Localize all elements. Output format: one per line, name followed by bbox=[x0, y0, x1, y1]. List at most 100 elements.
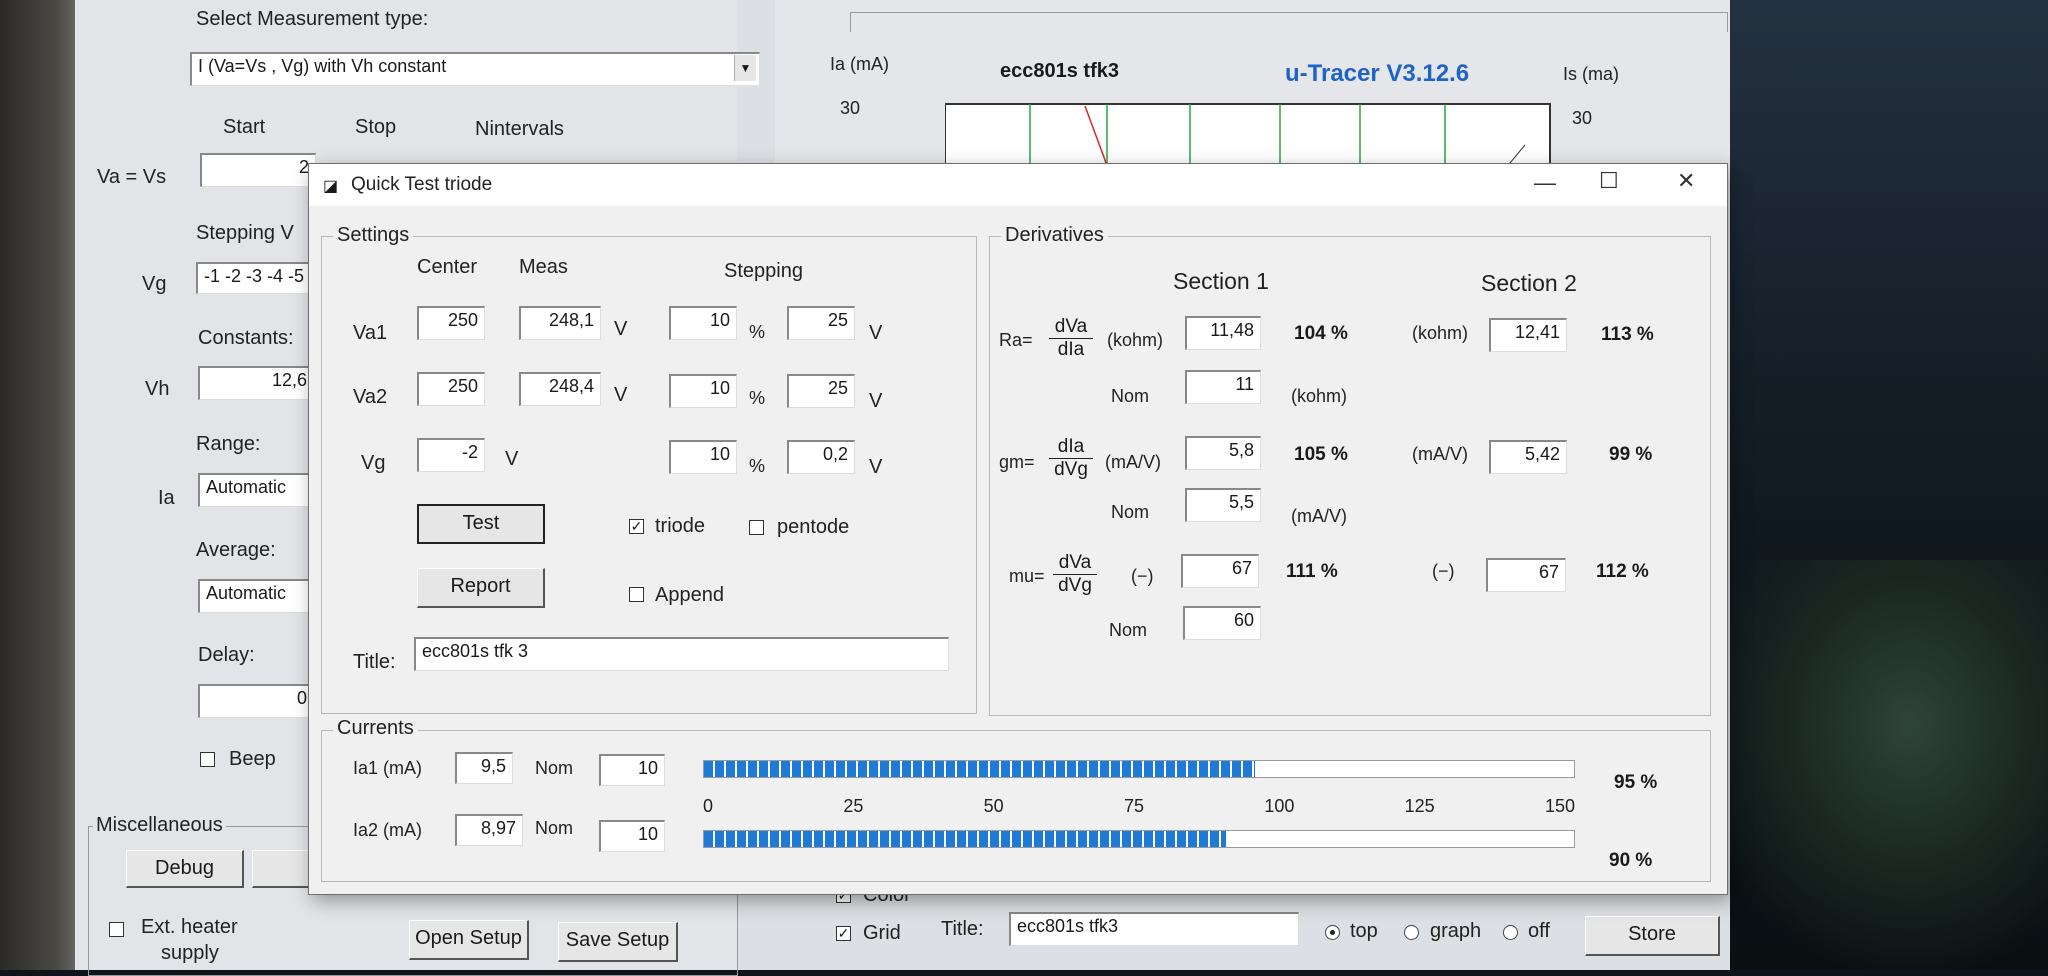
range-select[interactable]: Automatic bbox=[198, 473, 314, 507]
vg-settings-label: Vg bbox=[361, 452, 386, 474]
va2-meas-unit: V bbox=[614, 384, 628, 406]
triode-label: triode bbox=[655, 515, 706, 537]
graph-radio[interactable] bbox=[1404, 925, 1419, 940]
ia1-value: 9,5 bbox=[480, 756, 506, 776]
vg-center-field[interactable]: -2 bbox=[417, 438, 485, 472]
ia2-nom-field[interactable]: 10 bbox=[599, 820, 665, 852]
start-header: Start bbox=[223, 116, 266, 138]
ra-s1-value: 11,48 bbox=[1210, 320, 1254, 340]
measurement-type-select[interactable]: I (Va=Vs , Vg) with Vh constant bbox=[190, 52, 760, 86]
gm-s2-value: 5,42 bbox=[1524, 444, 1560, 464]
top-radio[interactable] bbox=[1325, 925, 1340, 940]
close-icon[interactable]: ✕ bbox=[1677, 168, 1695, 194]
off-radio[interactable] bbox=[1503, 925, 1518, 940]
va2-label: Va2 bbox=[353, 386, 388, 408]
gm-s1-field: 5,8 bbox=[1185, 436, 1261, 470]
dialog-titlebar[interactable]: ◪ Quick Test triode — ☐ ✕ bbox=[309, 164, 1727, 206]
ia1-nom-field[interactable]: 10 bbox=[599, 754, 665, 786]
gm-fraction: dIa dVg bbox=[1049, 436, 1093, 481]
scale-tick-150: 150 bbox=[1545, 796, 1576, 816]
ra-nom-unit: (kohm) bbox=[1291, 386, 1348, 406]
gm-nom-field[interactable]: 5,5 bbox=[1185, 488, 1261, 522]
test-button[interactable]: Test bbox=[417, 504, 545, 544]
stepping-label: Stepping V bbox=[196, 222, 294, 244]
va2-step-v-field[interactable]: 25 bbox=[787, 374, 855, 408]
va1-center-field[interactable]: 250 bbox=[417, 306, 485, 340]
va2-step-pct-field[interactable]: 10 bbox=[669, 374, 737, 408]
open-setup-button[interactable]: Open Setup bbox=[409, 920, 529, 960]
top-label: top bbox=[1350, 920, 1378, 942]
triode-checkbox[interactable]: ✓ bbox=[629, 519, 644, 534]
va2-center-field[interactable]: 250 bbox=[417, 372, 485, 406]
vg-pct-unit: % bbox=[749, 456, 766, 476]
is-axis-label: Is (ma) bbox=[1563, 64, 1619, 84]
y-left-max: 30 bbox=[840, 98, 861, 118]
gm-nom-label: Nom bbox=[1111, 502, 1150, 522]
ext-heater-checkbox[interactable] bbox=[109, 922, 124, 937]
gm-unit-s2: (mA/V) bbox=[1412, 444, 1468, 464]
ra-s2-percent: 113 % bbox=[1601, 324, 1654, 345]
grid-checkbox[interactable]: ✓ bbox=[836, 926, 851, 941]
ra-nom-field[interactable]: 11 bbox=[1185, 370, 1261, 404]
ext-heater-label-2: supply bbox=[161, 942, 219, 964]
pentode-checkbox[interactable] bbox=[749, 520, 764, 535]
graph-title-field[interactable]: ecc801s tfk3 bbox=[1009, 912, 1299, 946]
settings-title-field[interactable]: ecc801s tfk 3 bbox=[414, 637, 949, 671]
ia-axis-label: Ia (mA) bbox=[830, 54, 890, 74]
vg-step-v-field[interactable]: 0,2 bbox=[787, 440, 855, 474]
average-select[interactable]: Automatic bbox=[198, 579, 314, 613]
quick-test-dialog: ◪ Quick Test triode — ☐ ✕ Settings Cente… bbox=[308, 163, 1728, 895]
delay-value: 0 bbox=[296, 688, 307, 708]
va1-step-pct-field[interactable]: 10 bbox=[669, 306, 737, 340]
ra-nom-value: 11 bbox=[1235, 374, 1254, 394]
maximize-icon[interactable]: ☐ bbox=[1599, 168, 1619, 194]
settings-title: Settings bbox=[333, 224, 414, 247]
vg-steps-field[interactable]: -1 -2 -3 -4 -5 bbox=[196, 262, 312, 294]
report-button[interactable]: Report bbox=[417, 568, 545, 608]
ra-unit-s1: (kohm) bbox=[1107, 330, 1164, 350]
vg-step-unit: V bbox=[869, 456, 883, 478]
range-label: Range: bbox=[196, 433, 261, 455]
background-glow bbox=[1700, 560, 2048, 970]
mu-s2-field: 67 bbox=[1486, 558, 1566, 592]
vh-field[interactable]: 12,6 bbox=[198, 366, 314, 400]
minimize-icon[interactable]: — bbox=[1534, 170, 1556, 196]
stop-header: Stop bbox=[355, 116, 397, 138]
mu-unit-s1: (−) bbox=[1131, 566, 1154, 586]
store-button[interactable]: Store bbox=[1585, 916, 1720, 956]
va1-step-pct-value: 10 bbox=[709, 310, 730, 330]
va1-center-value: 250 bbox=[447, 310, 478, 330]
va2-center-value: 250 bbox=[447, 376, 478, 396]
va2-meas-value: 248,4 bbox=[548, 376, 594, 396]
measurement-type-value: I (Va=Vs , Vg) with Vh constant bbox=[198, 56, 447, 76]
va-start-field[interactable]: 2 bbox=[200, 153, 316, 187]
beep-checkbox[interactable] bbox=[200, 752, 215, 767]
mu-nom-value: 60 bbox=[1233, 610, 1254, 630]
mu-fraction: dVa dVg bbox=[1053, 552, 1097, 597]
graph-title-value: ecc801s tfk3 bbox=[1017, 916, 1119, 936]
va1-step-v-field[interactable]: 25 bbox=[787, 306, 855, 340]
ra-prefix: Ra= bbox=[999, 330, 1033, 350]
ra-numerator: dVa bbox=[1049, 316, 1093, 339]
vg-step-pct-field[interactable]: 10 bbox=[669, 440, 737, 474]
mu-nom-label: Nom bbox=[1109, 620, 1148, 640]
mu-nom-field[interactable]: 60 bbox=[1183, 606, 1261, 640]
meas-header: Meas bbox=[519, 256, 568, 278]
va1-meas-value: 248,1 bbox=[548, 310, 594, 330]
chevron-down-icon[interactable]: ▼ bbox=[734, 55, 756, 81]
delay-field[interactable]: 0 bbox=[198, 684, 314, 718]
append-checkbox[interactable] bbox=[629, 587, 644, 602]
debug-button[interactable]: Debug bbox=[126, 850, 244, 888]
vg-step-pct-value: 10 bbox=[709, 444, 730, 464]
miscellaneous-title: Miscellaneous bbox=[93, 814, 226, 837]
ra-fraction: dVa dIa bbox=[1049, 316, 1093, 361]
gm-nom-value: 5,5 bbox=[1228, 492, 1254, 512]
dialog-title: Quick Test triode bbox=[351, 174, 493, 195]
ra-denominator: dIa bbox=[1057, 339, 1085, 360]
save-setup-button[interactable]: Save Setup bbox=[558, 922, 678, 962]
gm-s1-value: 5,8 bbox=[1228, 440, 1254, 460]
graph-option-label: graph bbox=[1430, 920, 1482, 942]
mu-s2-value: 67 bbox=[1538, 562, 1559, 582]
ia1-progress-fill bbox=[704, 761, 1255, 777]
vg-step-v-value: 0,2 bbox=[822, 444, 848, 464]
